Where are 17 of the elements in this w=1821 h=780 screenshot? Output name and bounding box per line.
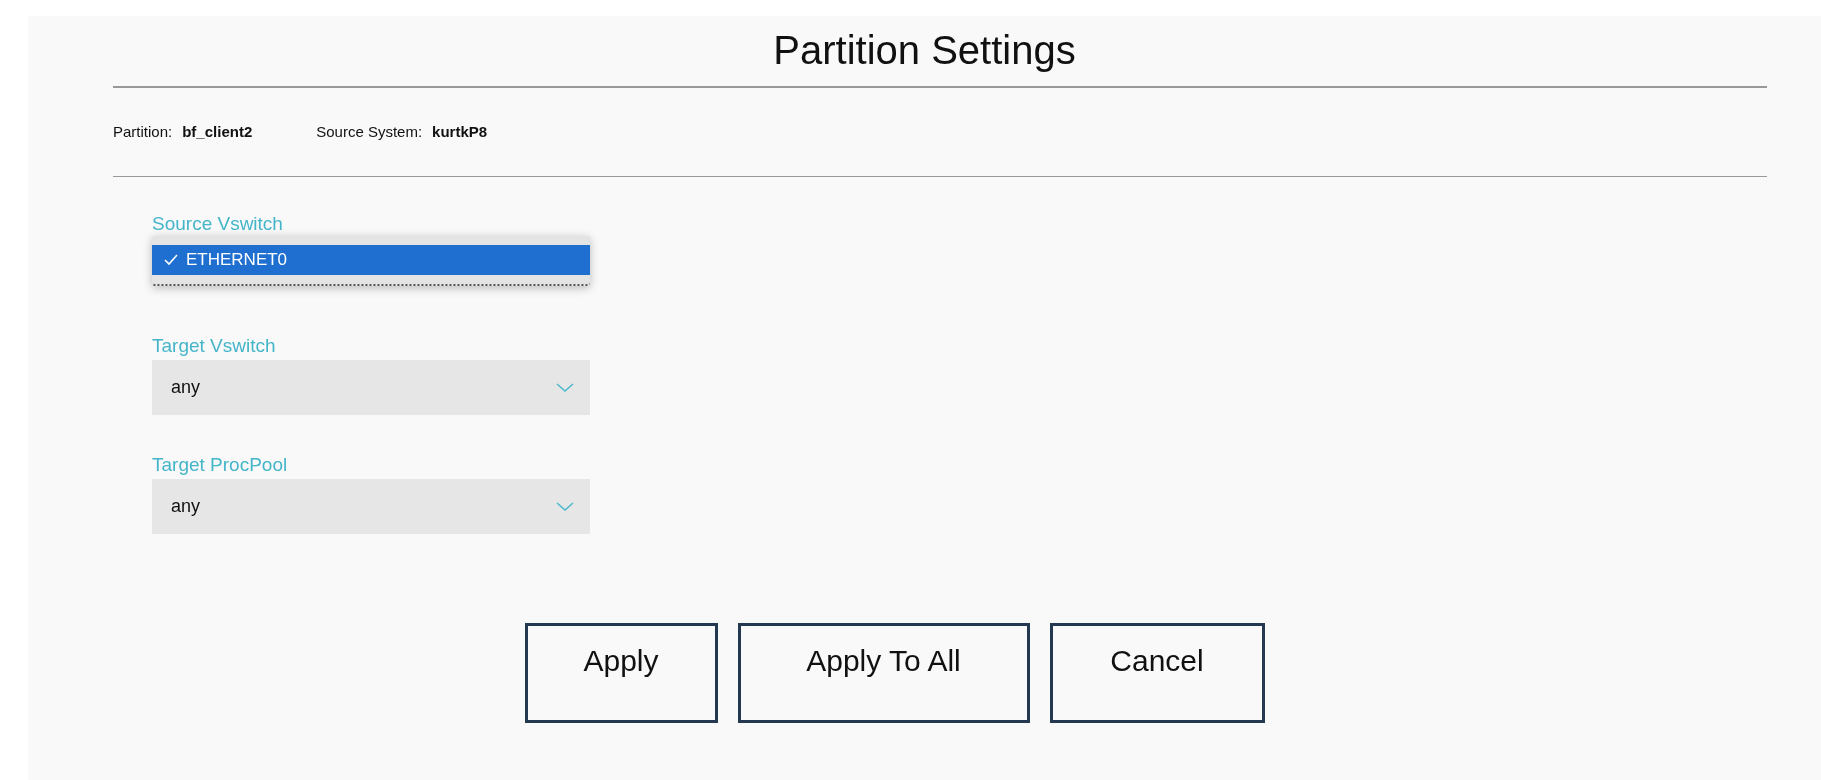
dialog-title: Partition Settings <box>773 28 1076 74</box>
chevron-down-icon <box>556 501 574 512</box>
field-label: Source Vswitch <box>152 213 284 235</box>
select-field[interactable]: any <box>152 479 590 534</box>
info-label: Partition: <box>113 121 173 142</box>
dialog-button[interactable]: Apply To All <box>737 623 1030 723</box>
select-field[interactable]: any <box>152 360 590 415</box>
field-label: Target Vswitch <box>152 335 277 357</box>
field-label: Target ProcPool <box>152 454 289 476</box>
chevron-down-icon <box>556 382 574 393</box>
info-value: kurtkP8 <box>432 121 488 142</box>
checkmark-icon <box>164 254 178 266</box>
dialog-button[interactable]: Cancel <box>1049 623 1265 723</box>
dropdown-option[interactable]: ETHERNET0 <box>152 245 590 275</box>
info-label: Source System: <box>316 121 423 142</box>
info-value: bf_client2 <box>182 121 253 142</box>
dialog-button[interactable]: Apply <box>524 623 718 723</box>
